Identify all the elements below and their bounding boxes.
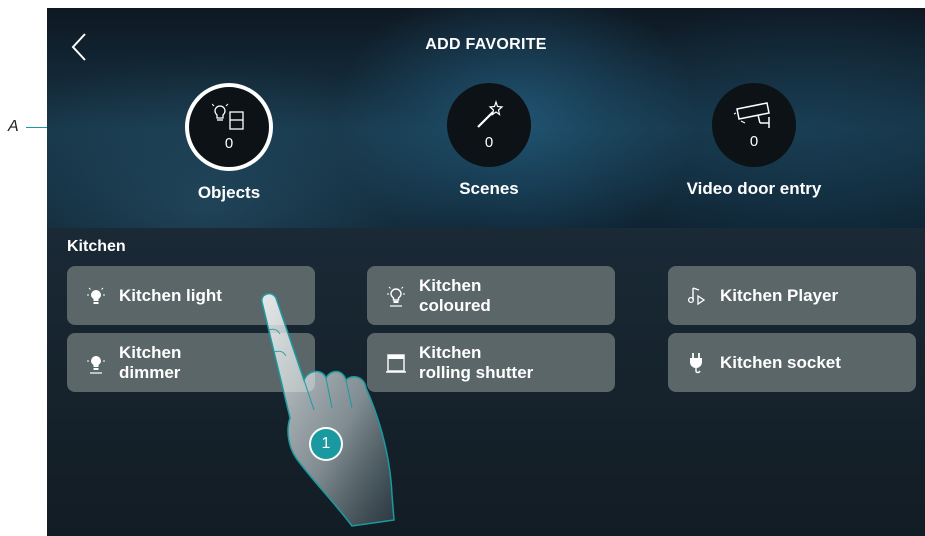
plug-icon	[682, 351, 712, 375]
camera-icon	[733, 101, 770, 128]
device-label: Kitchen socket	[720, 352, 841, 372]
category-video-door-entry-circle[interactable]: 0	[712, 83, 796, 167]
category-objects-count: 0	[224, 134, 234, 152]
device-label: Kitchen light	[119, 285, 222, 305]
light-bulb-icon	[81, 285, 111, 307]
magic-wand-icon	[477, 99, 504, 128]
step-number-badge: 1	[309, 427, 343, 461]
device-label: Kitchen dimmer	[119, 342, 182, 382]
tapping-hand-illustration	[261, 292, 395, 527]
bulb-switch-icon	[212, 103, 244, 130]
music-note-icon	[682, 285, 712, 307]
category-video-door-entry-count: 0	[749, 132, 759, 150]
device-tile-kitchen-player[interactable]: Kitchen Player	[668, 266, 916, 325]
category-scenes-label: Scenes	[459, 179, 519, 198]
room-title: Kitchen	[67, 238, 126, 255]
category-objects-label: Objects	[197, 183, 261, 202]
category-video-door-entry[interactable]: 0 Video door entry	[664, 83, 844, 199]
category-scenes[interactable]: 0 Scenes	[399, 83, 579, 199]
category-scenes-count: 0	[484, 133, 494, 151]
device-label: Kitchen rolling shutter	[419, 342, 534, 382]
callout-label-a: A	[8, 118, 19, 135]
favorites-screen: ADD FAVORITE 0 Objects 0 Scenes 0 Video …	[47, 8, 925, 536]
category-objects-circle[interactable]: 0	[185, 83, 273, 171]
category-video-door-entry-label: Video door entry	[686, 179, 822, 198]
device-label: Kitchen Player	[720, 285, 839, 305]
devices-panel: Kitchen Kitchen light Kitchen coloured K…	[47, 228, 925, 536]
dimmer-bulb-icon	[81, 351, 111, 375]
category-objects[interactable]: 0 Objects	[139, 83, 319, 203]
page-title: ADD FAVORITE	[425, 36, 547, 53]
device-tile-kitchen-socket[interactable]: Kitchen socket	[668, 333, 916, 392]
category-scenes-circle[interactable]: 0	[447, 83, 531, 167]
